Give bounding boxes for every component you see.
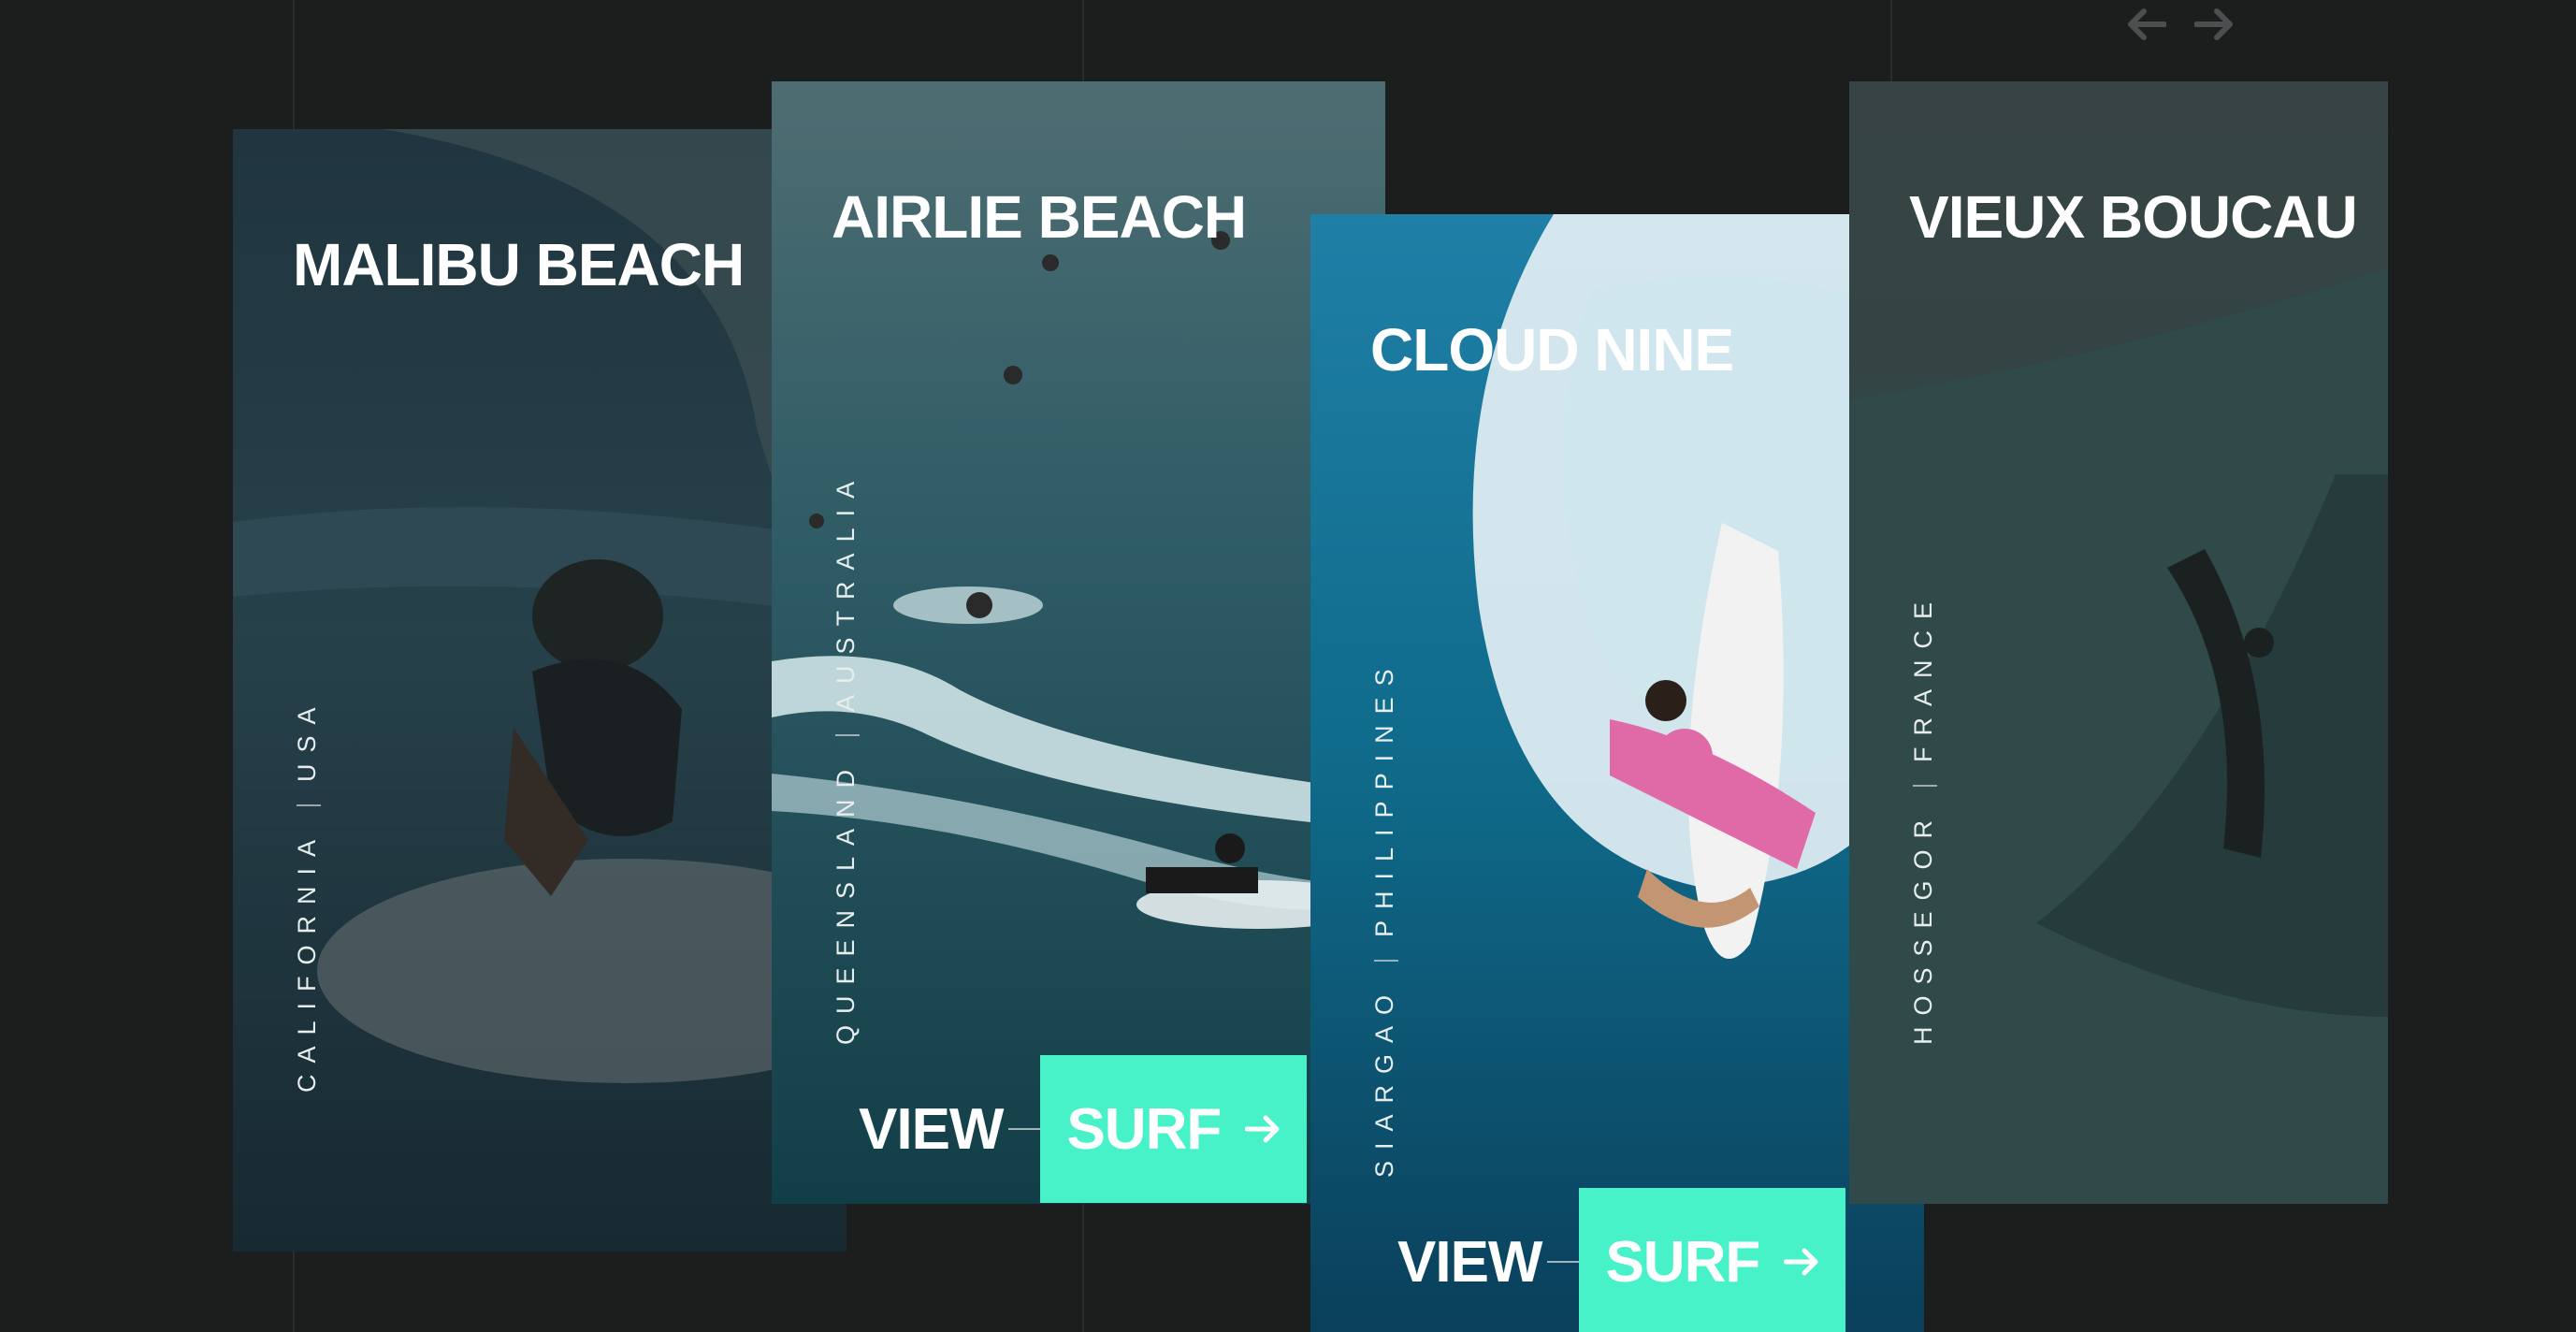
location-separator xyxy=(1912,784,1937,787)
prev-button[interactable] xyxy=(2123,4,2168,45)
view-surf-button[interactable]: VIEW SURF xyxy=(1397,1188,1846,1332)
card-title: CLOUD NINE xyxy=(1370,316,1734,384)
cta-view-label: VIEW xyxy=(859,1096,1004,1162)
cta-connector-line xyxy=(1547,1261,1580,1263)
destination-card-malibu-beach[interactable]: MALIBU BEACH CALIFORNIA USA xyxy=(233,129,847,1252)
location-separator xyxy=(834,733,860,736)
destination-card-airlie-beach[interactable]: AIRLIE BEACH QUEENSLAND AUSTRALIA xyxy=(772,81,1385,1204)
cta-view-label: VIEW xyxy=(1397,1229,1542,1295)
location-region: QUEENSLAND xyxy=(832,758,860,1045)
card-location: SIARGAO PHILIPPINES xyxy=(1370,658,1399,1178)
location-region: SIARGAO xyxy=(1370,983,1398,1178)
carousel-nav xyxy=(2123,0,2237,49)
arrow-right-icon xyxy=(1245,1115,1280,1143)
destination-card-cloud-nine[interactable]: CLOUD NINE SIARGAO PHILIPPINES xyxy=(1310,214,1924,1332)
cta-surf-label: SURF xyxy=(1066,1096,1222,1162)
card-location: QUEENSLAND AUSTRALIA xyxy=(832,471,861,1045)
card-title: MALIBU BEACH xyxy=(293,231,745,298)
location-country: FRANCE xyxy=(1909,590,1937,762)
location-country: PHILIPPINES xyxy=(1370,658,1398,937)
arrow-right-icon xyxy=(1784,1248,1818,1276)
card-location: HOSSEGOR FRANCE xyxy=(1909,591,1938,1045)
card-title: AIRLIE BEACH xyxy=(832,183,1247,251)
destination-card-vieux-boucau[interactable]: VIEUX BOUCAU HOSSEGOR FRANCE xyxy=(1849,81,2388,1204)
arrow-right-icon xyxy=(2194,8,2233,40)
cta-connector-line xyxy=(1008,1128,1041,1130)
view-surf-button[interactable]: VIEW SURF xyxy=(859,1055,1308,1203)
arrow-left-icon xyxy=(2128,8,2166,40)
next-button[interactable] xyxy=(2192,4,2237,45)
location-country: USA xyxy=(293,696,321,782)
card-location: CALIFORNIA USA xyxy=(293,696,322,1093)
location-separator xyxy=(1373,959,1398,962)
cta-surf-label: SURF xyxy=(1605,1229,1760,1295)
card-title: VIEUX BOUCAU xyxy=(1909,183,2358,251)
location-separator xyxy=(296,804,321,806)
cta-surf-block: SURF xyxy=(1579,1188,1846,1332)
location-region: HOSSEGOR xyxy=(1909,808,1937,1045)
cta-surf-block: SURF xyxy=(1040,1055,1308,1203)
location-region: CALIFORNIA xyxy=(293,828,321,1093)
location-country: AUSTRALIA xyxy=(832,470,860,712)
